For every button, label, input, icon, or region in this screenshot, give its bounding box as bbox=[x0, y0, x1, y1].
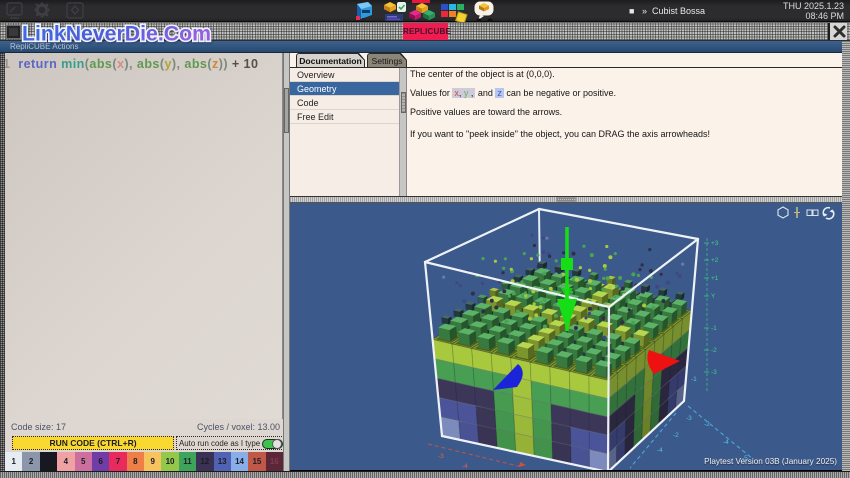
svg-text:-4: -4 bbox=[723, 439, 729, 446]
svg-text:-4: -4 bbox=[657, 447, 663, 454]
svg-text:+1: +1 bbox=[711, 275, 719, 282]
svg-text:Y: Y bbox=[711, 293, 716, 300]
svg-text:-2: -2 bbox=[711, 347, 717, 354]
svg-text:-4: -4 bbox=[462, 463, 468, 470]
svg-text:LinkNeverDie.Com: LinkNeverDie.Com bbox=[22, 23, 211, 46]
svg-text:-1: -1 bbox=[711, 325, 717, 332]
svg-text:-1: -1 bbox=[691, 376, 697, 383]
svg-text:-3: -3 bbox=[711, 369, 717, 376]
svg-text:-3: -3 bbox=[686, 415, 692, 422]
svg-text:-2: -2 bbox=[704, 421, 710, 428]
svg-text:+3: +3 bbox=[711, 240, 719, 247]
svg-text:-3: -3 bbox=[438, 453, 444, 460]
svg-text:+2: +2 bbox=[711, 257, 719, 264]
svg-text:-2: -2 bbox=[673, 432, 679, 439]
